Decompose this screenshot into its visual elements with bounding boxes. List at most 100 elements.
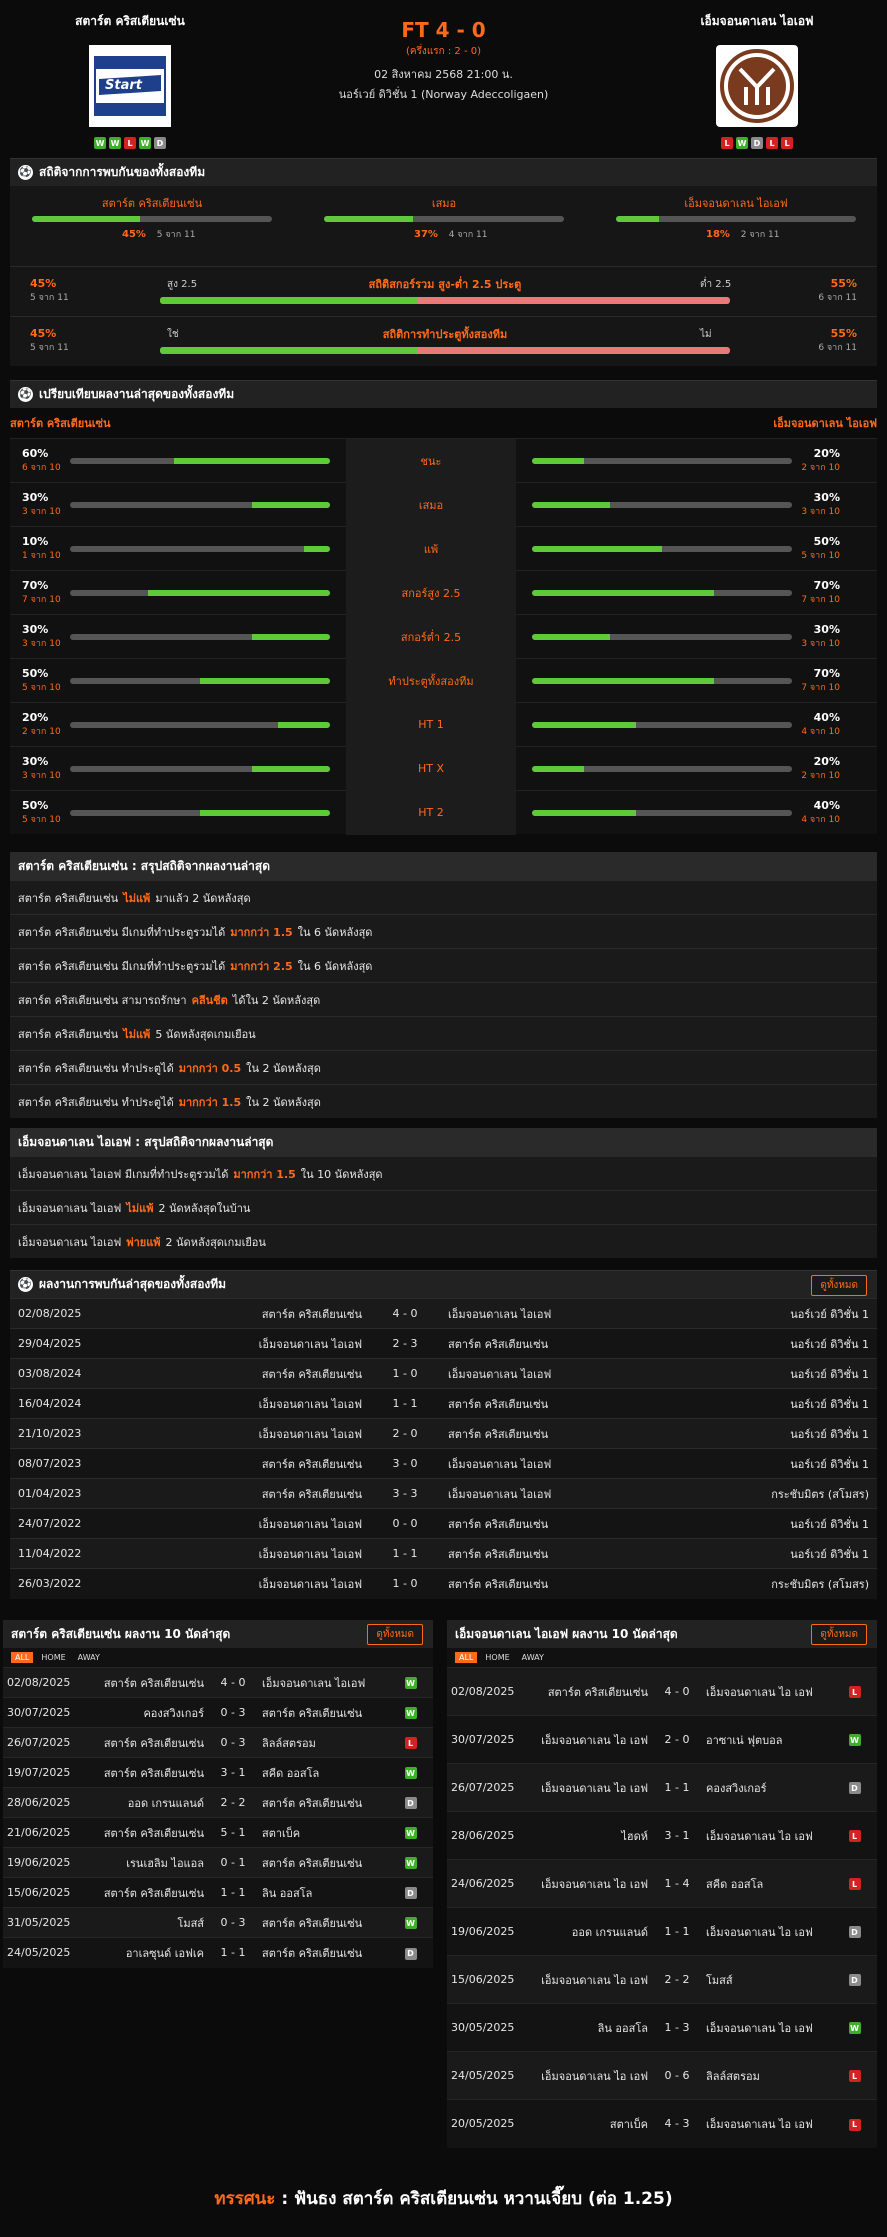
compare-left-count: 6 จาก 10 xyxy=(22,463,61,473)
compare-label: HT 1 xyxy=(346,702,516,747)
summary-row: สตาร์ต คริสเตียนเซ่น ไม่แพ้ มาแล้ว 2 นัดห… xyxy=(10,880,877,914)
last10-result: D xyxy=(832,1763,877,1812)
ou-left-count: 5 จาก 11 xyxy=(30,343,69,353)
compare-label: ทำประตูทั้งสองทีม xyxy=(346,658,516,703)
last10-cell: 30/07/2025 xyxy=(447,1715,532,1764)
last10-row[interactable]: 24/05/2025 เอ็มจอนดาเลน ไอ เอฟ 0 - 6 ลิลล์ส… xyxy=(447,2051,877,2100)
result-cell: 0 - 0 xyxy=(370,1508,440,1539)
last10-row[interactable]: 02/08/2025 สตาร์ต คริสเตียนเซ่น 4 - 0 เอ็มจ… xyxy=(3,1667,433,1698)
result-cell: นอร์เวย์ ดิวิชั่น 1 xyxy=(670,1328,877,1359)
compare-right-fill xyxy=(532,545,662,552)
compare-left-bar xyxy=(70,589,330,596)
last10-row[interactable]: 19/06/2025 เรนเฮลิม ไอแอล 0 - 1 สตาร์ต คริส… xyxy=(3,1847,433,1878)
compare-right-bar xyxy=(532,545,792,552)
summary-highlight: มากกว่า 0.5 xyxy=(178,1061,242,1075)
last10-cell: เอ็มจอนดาเลน ไอ เอฟ xyxy=(532,2051,652,2100)
compare-left-pct: 70% xyxy=(22,579,49,592)
summary-row: เอ็มจอนดาเลน ไอเอฟ พ่ายแพ้ 2 นัดหลังสุดเก… xyxy=(10,1224,877,1258)
ou-left-pct: 45% xyxy=(30,327,57,340)
result-row[interactable]: 21/10/2023 เอ็มจอนดาเลน ไอเอฟ 2 - 0 สตาร์ต … xyxy=(10,1418,877,1449)
view-all-results-button[interactable]: ดูทั้งหมด xyxy=(811,1275,867,1296)
last10-cell: เอ็มจอนดาเลน ไอ เอฟ xyxy=(702,1907,832,1956)
compare-left-bar xyxy=(70,501,330,508)
last10-result: L xyxy=(832,1811,877,1860)
result-row[interactable]: 24/07/2022 เอ็มจอนดาเลน ไอเอฟ 0 - 0 สตาร์ต … xyxy=(10,1508,877,1539)
results-section-header: ⚽ ผลงานการพบกันล่าสุดของทั้งสองทีม ดูทั้… xyxy=(10,1270,877,1298)
result-cell: กระชับมิตร (สโมสร) xyxy=(670,1478,877,1509)
last10-cell: 20/05/2025 xyxy=(447,2099,532,2148)
last10-row[interactable]: 15/06/2025 เอ็มจอนดาเลน ไอ เอฟ 2 - 2 โมสส์ D xyxy=(447,1955,877,2004)
away-last10-view-all-button[interactable]: ดูทั้งหมด xyxy=(811,1624,867,1645)
last10-row[interactable]: 21/06/2025 สตาร์ต คริสเตียนเซ่น 5 - 1 สตาเบ… xyxy=(3,1817,433,1848)
result-cell: สตาร์ต คริสเตียนเซ่น xyxy=(440,1538,670,1569)
tab-home[interactable]: HOME xyxy=(481,1652,513,1663)
compare-left-stat: 70% 7 จาก 10 xyxy=(10,579,70,606)
result-cell: สตาร์ต คริสเตียนเซ่น xyxy=(160,1358,370,1389)
result-row[interactable]: 03/08/2024 สตาร์ต คริสเตียนเซ่น 1 - 0 เอ็มจ… xyxy=(10,1358,877,1389)
last10-row[interactable]: 30/07/2025 เอ็มจอนดาเลน ไอ เอฟ 2 - 0 อาซาเน… xyxy=(447,1715,877,1764)
form-badge-d: D xyxy=(751,137,763,149)
last10-row[interactable]: 26/07/2025 สตาร์ต คริสเตียนเซ่น 0 - 3 ลิลล์… xyxy=(3,1727,433,1758)
last10-result: W xyxy=(388,1907,433,1938)
compare-left-bar xyxy=(70,633,330,640)
result-row[interactable]: 11/04/2022 เอ็มจอนดาเลน ไอเอฟ 1 - 1 สตาร์ต … xyxy=(10,1538,877,1569)
last10-row[interactable]: 30/07/2025 คองสวิงเกอร์ 0 - 3 สตาร์ต คริสเต… xyxy=(3,1697,433,1728)
result-cell: นอร์เวย์ ดิวิชั่น 1 xyxy=(670,1418,877,1449)
result-cell: เอ็มจอนดาเลน ไอเอฟ xyxy=(160,1328,370,1359)
tab-away[interactable]: AWAY xyxy=(74,1652,104,1663)
result-row[interactable]: 26/03/2022 เอ็มจอนดาเลน ไอเอฟ 1 - 0 สตาร์ต … xyxy=(10,1568,877,1599)
prediction-text: ฟันธง สตาร์ต คริสเตียนเซ่น หวานเจี๊ยบ (ต… xyxy=(294,2189,673,2209)
compare-right-bar xyxy=(532,677,792,684)
compare-right-fill xyxy=(532,589,714,596)
last10-row[interactable]: 28/06/2025 ออด เกรนแลนด์ 2 - 2 สตาร์ต คริสเ… xyxy=(3,1787,433,1818)
result-cell: สตาร์ต คริสเตียนเซ่น xyxy=(440,1388,670,1419)
h2h-pct: 45% xyxy=(122,229,146,240)
result-row[interactable]: 02/08/2025 สตาร์ต คริสเตียนเซ่น 4 - 0 เอ็มจ… xyxy=(10,1298,877,1329)
last10-cell: เอ็มจอนดาเลน ไอ เอฟ xyxy=(702,1667,832,1716)
tab-away[interactable]: AWAY xyxy=(518,1652,548,1663)
last10-row[interactable]: 15/06/2025 สตาร์ต คริสเตียนเซ่น 1 - 1 ลิน อ… xyxy=(3,1877,433,1908)
tab-all[interactable]: ALL xyxy=(455,1652,478,1663)
home-last10-view-all-button[interactable]: ดูทั้งหมด xyxy=(367,1624,423,1645)
compare-row: 20% 2 จาก 10 HT 1 40% 4 จาก 10 xyxy=(10,702,877,747)
compare-right-pct: 30% xyxy=(813,491,840,504)
result-row[interactable]: 08/07/2023 สตาร์ต คริสเตียนเซ่น 3 - 0 เอ็มจ… xyxy=(10,1448,877,1479)
last10-row[interactable]: 28/06/2025 ไฮดห์ 3 - 1 เอ็มจอนดาเลน ไอ เอฟ L xyxy=(447,1811,877,1860)
result-row[interactable]: 29/04/2025 เอ็มจอนดาเลน ไอเอฟ 2 - 3 สตาร์ต … xyxy=(10,1328,877,1359)
h2h-pct: 18% xyxy=(706,229,730,240)
last10-row[interactable]: 19/06/2025 ออด เกรนแลนด์ 1 - 1 เอ็มจอนดาเลน… xyxy=(447,1907,877,1956)
compare-left-pct: 60% xyxy=(22,447,49,460)
last10-row[interactable]: 24/05/2025 อาเลซุนด์ เอฟเค 1 - 1 สตาร์ต คริ… xyxy=(3,1937,433,1968)
last10-row[interactable]: 02/08/2025 สตาร์ต คริสเตียนเซ่น 4 - 0 เอ็มจ… xyxy=(447,1667,877,1716)
last10-cell: สตาร์ต คริสเตียนเซ่น xyxy=(88,1757,208,1788)
result-row[interactable]: 16/04/2024 เอ็มจอนดาเลน ไอเอฟ 1 - 1 สตาร์ต … xyxy=(10,1388,877,1419)
compare-left-pct: 50% xyxy=(22,799,49,812)
compare-right-count: 3 จาก 10 xyxy=(801,639,840,649)
last10-cell: สตาร์ต คริสเตียนเซ่น xyxy=(258,1937,388,1968)
summary-text: สตาร์ต คริสเตียนเซ่น ทำประตูได้ xyxy=(18,1061,174,1075)
compare-left-bar xyxy=(70,809,330,816)
result-cell: 3 - 3 xyxy=(370,1478,440,1509)
last10-row[interactable]: 20/05/2025 สตาเบ็ค 4 - 3 เอ็มจอนดาเลน ไอ เอ… xyxy=(447,2099,877,2148)
last10-result: D xyxy=(388,1937,433,1968)
result-cell: 1 - 1 xyxy=(370,1388,440,1419)
compare-right-count: 5 จาก 10 xyxy=(801,551,840,561)
compare-left-fill xyxy=(252,501,330,508)
tab-all[interactable]: ALL xyxy=(11,1652,34,1663)
last10-row[interactable]: 31/05/2025 โมสส์ 0 - 3 สตาร์ต คริสเตียนเซ่น… xyxy=(3,1907,433,1938)
last10-cell: สคีด ออสโล xyxy=(702,1859,832,1908)
result-row[interactable]: 01/04/2023 สตาร์ต คริสเตียนเซ่น 3 - 3 เอ็มจ… xyxy=(10,1478,877,1509)
tab-home[interactable]: HOME xyxy=(37,1652,69,1663)
last10-row[interactable]: 26/07/2025 เอ็มจอนดาเลน ไอ เอฟ 1 - 1 คองสวิ… xyxy=(447,1763,877,1812)
last10-row[interactable]: 30/05/2025 ลิน ออสโล 1 - 3 เอ็มจอนดาเลน ไอ … xyxy=(447,2003,877,2052)
result-cell: กระชับมิตร (สโมสร) xyxy=(670,1568,877,1599)
compare-title: เปรียบเทียบผลงานล่าสุดของทั้งสองทีม xyxy=(39,387,235,401)
last10-result: W xyxy=(388,1757,433,1788)
last10-cell: สตาร์ต คริสเตียนเซ่น xyxy=(258,1697,388,1728)
result-cell: สตาร์ต คริสเตียนเซ่น xyxy=(160,1448,370,1479)
result-cell: เอ็มจอนดาเลน ไอเอฟ xyxy=(160,1508,370,1539)
last10-row[interactable]: 24/06/2025 เอ็มจอนดาเลน ไอ เอฟ 1 - 4 สคีด อ… xyxy=(447,1859,877,1908)
compare-teams: สตาร์ต คริสเตียนเซ่น เอ็มจอนดาเลน ไอเอฟ xyxy=(10,408,877,438)
result-badge-d: D xyxy=(404,1947,417,1960)
last10-row[interactable]: 19/07/2025 สตาร์ต คริสเตียนเซ่น 3 - 1 สคีด … xyxy=(3,1757,433,1788)
